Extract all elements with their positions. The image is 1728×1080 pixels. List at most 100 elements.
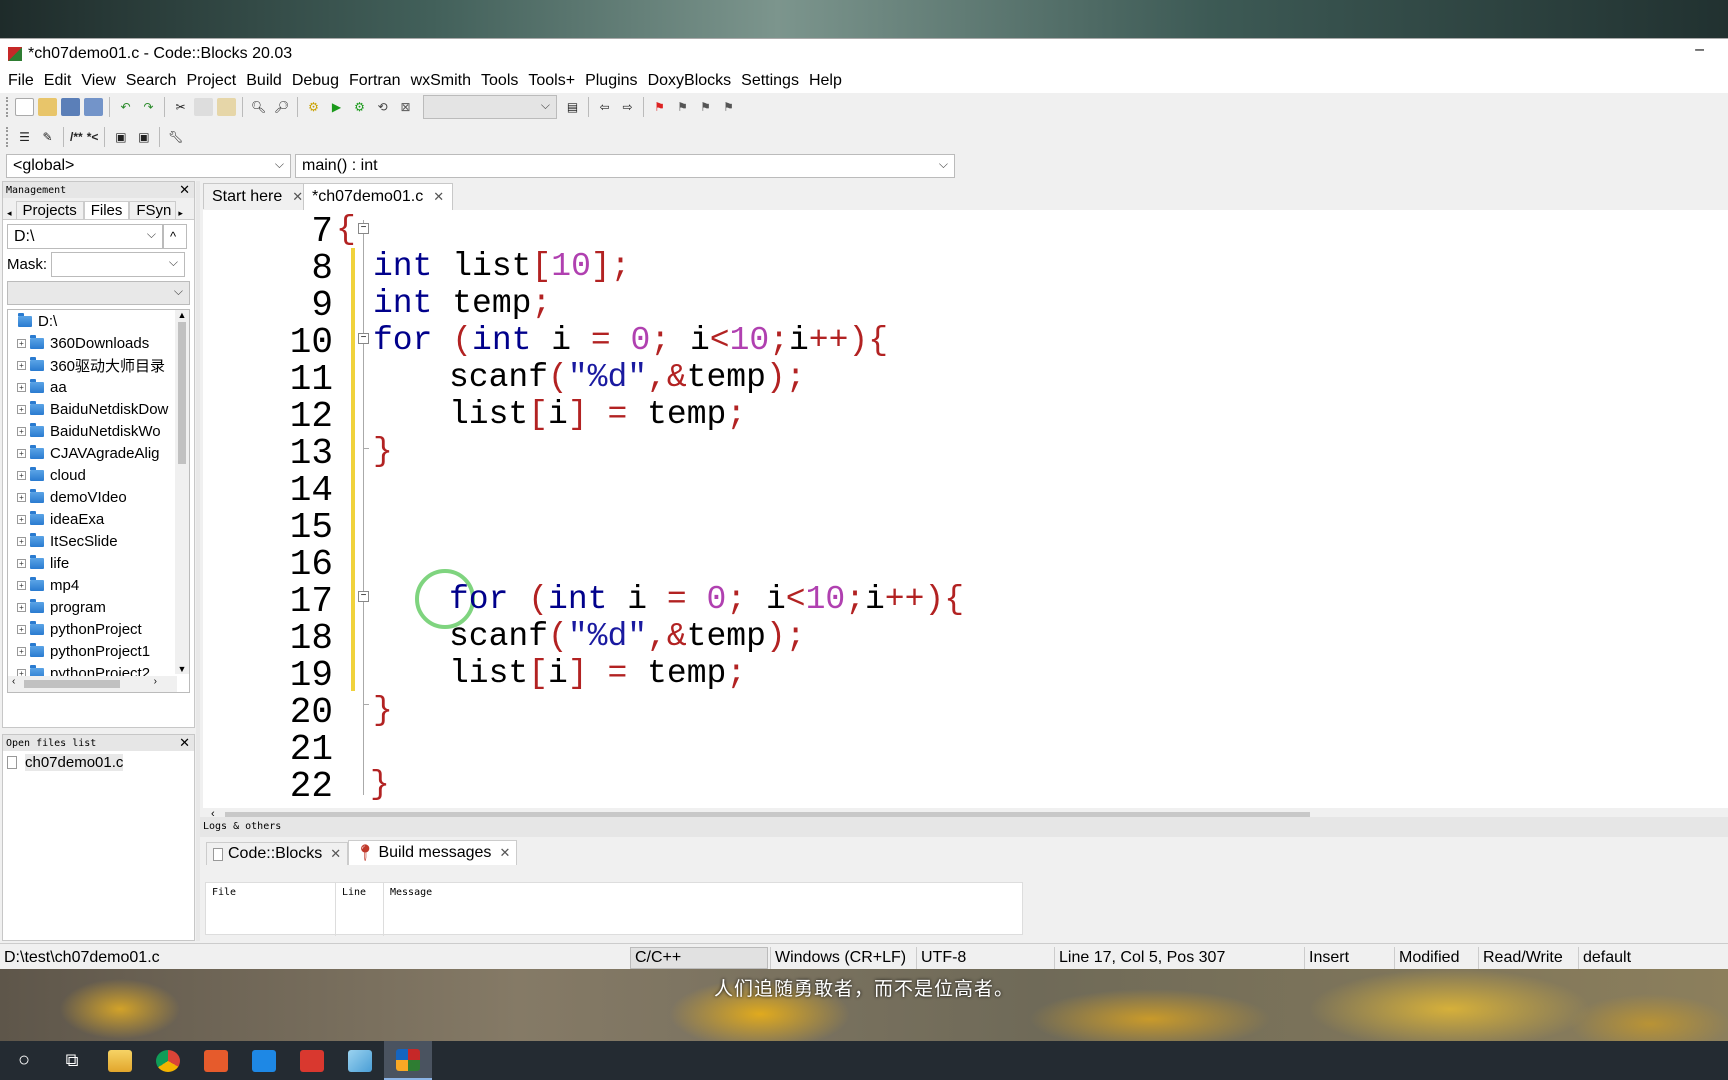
build-target-select[interactable]: ⌵ <box>423 95 557 119</box>
menu-fortran[interactable]: Fortran <box>345 72 407 90</box>
tree-item[interactable]: + demoVIdeo <box>8 486 189 508</box>
expand-icon[interactable]: + <box>17 382 26 392</box>
expand-icon[interactable]: + <box>17 338 26 348</box>
tab-build-messages[interactable]: 📍︎ Build messages ✕ <box>348 840 518 865</box>
tree-item[interactable]: +360驱动大师目录 <box>8 354 189 376</box>
extract-docs-icon[interactable]: ✎ <box>38 128 57 146</box>
wps-office-icon[interactable] <box>288 1041 336 1080</box>
tab-projects[interactable]: Projects <box>15 201 84 219</box>
fold-marker-icon[interactable]: − <box>358 333 369 344</box>
minimize-button[interactable]: – <box>1695 41 1704 59</box>
menu-view[interactable]: View <box>77 72 121 90</box>
tab-ch07demo01[interactable]: *ch07demo01.c ✕ <box>303 183 454 210</box>
new-file-icon[interactable] <box>15 98 34 116</box>
close-icon[interactable]: ✕ <box>292 189 303 205</box>
expand-icon[interactable]: + <box>17 646 26 656</box>
app-orange-icon[interactable] <box>192 1041 240 1080</box>
tree-item[interactable]: + pythonProject1 <box>8 640 189 662</box>
column-line[interactable]: Line <box>336 886 384 898</box>
notepad-icon[interactable] <box>336 1041 384 1080</box>
menu-plugins[interactable]: Plugins <box>581 72 643 90</box>
menu-tools-plus[interactable]: Tools+ <box>524 72 581 90</box>
tree-item[interactable]: +360Downloads <box>8 332 189 354</box>
tree-item[interactable]: + ideaExa <box>8 508 189 530</box>
tree-vertical-scrollbar[interactable]: ▲ ▼ <box>175 310 189 674</box>
scope-select[interactable]: <global> ⌵ <box>6 154 291 178</box>
expand-icon[interactable]: + <box>17 558 26 568</box>
tree-item[interactable]: + life <box>8 552 189 574</box>
close-icon[interactable]: ✕ <box>179 735 190 751</box>
run-html-icon[interactable]: ▣ <box>111 128 130 146</box>
abort-icon[interactable]: ⊠ <box>396 98 415 116</box>
tree-item[interactable]: + cloud <box>8 464 189 486</box>
save-icon[interactable] <box>61 98 80 116</box>
build-messages-list[interactable]: File Line Message <box>205 882 1023 936</box>
tab-codeblocks-log[interactable]: Code::Blocks ✕ <box>206 842 349 865</box>
menu-settings[interactable]: Settings <box>737 72 805 90</box>
filter-select[interactable]: ⌵ <box>7 281 190 305</box>
tab-fsymbols[interactable]: FSyn <box>129 201 177 219</box>
tree-item[interactable]: + BaiduNetdiskDow <box>8 398 189 420</box>
jump-forward-icon[interactable]: ⇨ <box>618 98 637 116</box>
menu-wxsmith[interactable]: wxSmith <box>407 72 477 90</box>
redo-icon[interactable]: ↷ <box>139 98 158 116</box>
expand-icon[interactable]: + <box>17 426 26 436</box>
menu-project[interactable]: Project <box>182 72 242 90</box>
undo-icon[interactable]: ↶ <box>116 98 135 116</box>
close-icon[interactable]: ✕ <box>330 846 341 862</box>
expand-icon[interactable]: + <box>17 492 26 502</box>
toggle-bookmark-icon[interactable]: ⚑ <box>650 98 669 116</box>
parent-folder-button[interactable]: ^ <box>163 224 187 249</box>
build-and-run-icon[interactable]: ⚙ <box>350 98 369 116</box>
menu-build[interactable]: Build <box>242 72 288 90</box>
show-select-target-icon[interactable]: ▤ <box>563 98 582 116</box>
expand-icon[interactable]: + <box>17 448 26 458</box>
menu-search[interactable]: Search <box>122 72 183 90</box>
scroll-left-icon[interactable]: ‹ <box>12 676 15 687</box>
task-view-icon[interactable]: ⧉ <box>48 1041 96 1080</box>
tree-item[interactable]: + BaiduNetdiskWo <box>8 420 189 442</box>
jump-back-icon[interactable]: ⇦ <box>595 98 614 116</box>
open-file-item[interactable]: ch07demo01.c <box>3 751 194 773</box>
expand-icon[interactable]: + <box>17 404 26 414</box>
expand-icon[interactable]: + <box>17 360 26 370</box>
expand-icon[interactable]: + <box>17 536 26 546</box>
tree-horizontal-scrollbar[interactable]: ‹ › <box>8 676 177 692</box>
menu-help[interactable]: Help <box>805 72 848 90</box>
next-bookmark-icon[interactable]: ⚑ <box>696 98 715 116</box>
cut-icon[interactable]: ✂ <box>171 98 190 116</box>
tree-item[interactable]: + ItSecSlide <box>8 530 189 552</box>
expand-icon[interactable]: + <box>17 514 26 524</box>
menu-debug[interactable]: Debug <box>288 72 345 90</box>
expand-icon[interactable]: + <box>17 580 26 590</box>
find-icon[interactable]: 🔍︎ <box>249 98 268 116</box>
tree-item[interactable]: + CJAVAgradeAlig <box>8 442 189 464</box>
menu-edit[interactable]: Edit <box>40 72 78 90</box>
fold-marker-icon[interactable]: − <box>358 223 369 234</box>
fold-marker-icon[interactable]: − <box>358 591 369 602</box>
scroll-up-icon[interactable]: ▲ <box>175 310 189 320</box>
chrome-icon[interactable] <box>144 1041 192 1080</box>
menu-tools[interactable]: Tools <box>477 72 524 90</box>
copy-icon[interactable] <box>194 98 213 116</box>
tree-item[interactable]: + program <box>8 596 189 618</box>
tree-root[interactable]: D:\ <box>8 310 189 332</box>
column-file[interactable]: File <box>206 886 336 898</box>
expand-icon[interactable]: + <box>17 602 26 612</box>
doxy-line-comment-button[interactable]: *< <box>87 128 99 146</box>
video-recorder-icon[interactable] <box>240 1041 288 1080</box>
function-select[interactable]: main() : int ⌵ <box>295 154 955 178</box>
menu-doxyblocks[interactable]: DoxyBlocks <box>644 72 738 90</box>
rebuild-icon[interactable]: ⟲ <box>373 98 392 116</box>
tree-item[interactable]: + aa <box>8 376 189 398</box>
scrollbar-thumb[interactable] <box>24 680 120 688</box>
tab-scroll-left-icon[interactable]: ◂ <box>3 208 16 219</box>
prev-bookmark-icon[interactable]: ⚑ <box>673 98 692 116</box>
drive-select[interactable]: D:\ ⌵ <box>7 224 163 249</box>
open-icon[interactable] <box>38 98 57 116</box>
mask-input[interactable]: ⌵ <box>51 252 186 277</box>
doxy-block-comment-button[interactable]: /** <box>70 128 83 146</box>
save-all-icon[interactable] <box>84 98 103 116</box>
close-icon[interactable]: ✕ <box>433 189 444 205</box>
codeblocks-taskbar-icon[interactable] <box>384 1041 432 1080</box>
